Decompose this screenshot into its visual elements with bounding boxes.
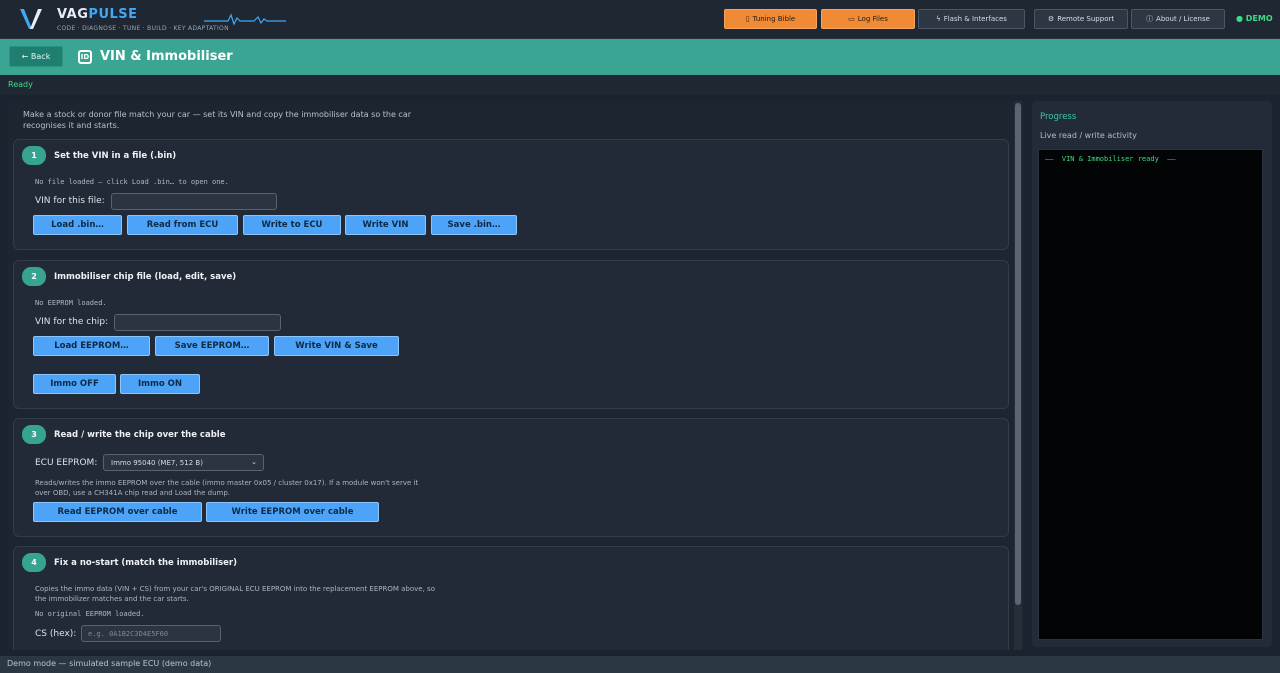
chip-vin-input[interactable] [114,314,281,331]
file-status-text: No file loaded — click Load .bin… to ope… [35,178,229,186]
cs-input[interactable]: e.g. 0A1B2C3D4E5F60 [81,625,221,642]
activity-console: —— VIN & Immobiliser ready —— [1038,149,1263,640]
progress-title: Progress [1040,112,1077,122]
flash-interfaces-button[interactable]: ϟ Flash & Interfaces [918,9,1025,29]
demo-badge: ● DEMO [1236,14,1273,23]
support-icon: ⚙ [1047,15,1055,23]
id-card-icon: ID [78,50,92,64]
remote-support-button[interactable]: ⚙ Remote Support [1034,9,1128,29]
heartbeat-icon [204,13,286,26]
intro-text: Make a stock or donor file match your ca… [23,110,412,130]
progress-subtitle: Live read / write activity [1040,131,1137,140]
lightning-icon: ϟ [936,15,941,23]
section-cable-rw: 3 Read / write the chip over the cable E… [13,418,1009,537]
folder-icon: ▭ [848,15,855,23]
scrollbar-thumb[interactable] [1015,103,1021,605]
ecu-eeprom-select[interactable]: Immo 95040 (ME7, 512 B) ⌄ [103,454,264,471]
tuning-bible-button[interactable]: ▯ Tuning Bible [724,9,817,29]
save-bin-button[interactable]: Save .bin… [431,215,517,235]
eeprom-status-text: No EEPROM loaded. [35,299,107,307]
console-line: —— VIN & Immobiliser ready —— [1045,155,1176,163]
no-start-note: Copies the immo data (VIN + CS) from you… [35,585,435,603]
load-bin-button[interactable]: Load .bin… [33,215,122,235]
save-eeprom-button[interactable]: Save EEPROM… [155,336,269,356]
original-eeprom-status: No original EEPROM loaded. [35,610,145,618]
main-scrollbar[interactable] [1014,101,1022,650]
status-bar: Demo mode — simulated sample ECU (demo d… [0,656,1280,673]
ecu-eeprom-label: ECU EEPROM: [35,458,98,468]
brand-name: VAGPULSE [57,7,138,22]
section-title: Read / write the chip over the cable [54,430,226,440]
main-panel: Make a stock or donor file match your ca… [8,101,1024,650]
chip-vin-label: VIN for the chip: [35,317,109,327]
step-badge: 3 [22,425,46,444]
cs-label: CS (hex): [35,629,77,639]
top-bar: VAGPULSE CODE · DIAGNOSE · TUNE · BUILD … [0,0,1280,39]
step-badge: 2 [22,267,46,286]
read-eeprom-cable-button[interactable]: Read EEPROM over cable [33,502,202,522]
section-title: Immobiliser chip file (load, edit, save) [54,272,237,282]
page-header: ← Back ID VIN & Immobiliser [0,39,1280,75]
vin-input[interactable] [111,193,277,210]
write-to-ecu-button[interactable]: Write to ECU [243,215,341,235]
write-eeprom-cable-button[interactable]: Write EEPROM over cable [206,502,379,522]
section-title: Fix a no-start (match the immobiliser) [54,558,237,568]
immo-off-button[interactable]: Immo OFF [33,374,116,394]
page-title: VIN & Immobiliser [100,49,233,64]
progress-panel: Progress Live read / write activity —— V… [1032,101,1272,647]
back-button[interactable]: ← Back [9,46,63,67]
about-license-button[interactable]: ⓘ About / License [1131,9,1225,29]
info-icon: ⓘ [1146,15,1154,23]
chevron-down-icon: ⌄ [251,458,257,466]
cable-note: Reads/writes the immo EEPROM over the ca… [35,479,419,497]
status-bar-text: Demo mode — simulated sample ECU (demo d… [7,659,212,668]
read-from-ecu-button[interactable]: Read from ECU [127,215,238,235]
log-files-button[interactable]: ▭ Log Files [821,9,915,29]
status-strip: Ready [0,75,1280,95]
load-eeprom-button[interactable]: Load EEPROM… [33,336,150,356]
book-icon: ▯ [745,15,750,23]
step-badge: 1 [22,146,46,165]
vin-label: VIN for this file: [35,196,105,206]
immo-on-button[interactable]: Immo ON [120,374,200,394]
write-vin-save-button[interactable]: Write VIN & Save [274,336,399,356]
select-value: Immo 95040 (ME7, 512 B) [111,458,203,467]
step-badge: 4 [22,553,46,572]
section-immo-chip: 2 Immobiliser chip file (load, edit, sav… [13,260,1009,409]
write-vin-button[interactable]: Write VIN [345,215,426,235]
status-text: Ready [8,80,33,89]
brand-tagline: CODE · DIAGNOSE · TUNE · BUILD · KEY ADA… [57,25,229,32]
section-set-vin: 1 Set the VIN in a file (.bin) No file l… [13,139,1009,250]
section-title: Set the VIN in a file (.bin) [54,151,177,161]
section-fix-no-start: 4 Fix a no-start (match the immobiliser)… [13,546,1009,650]
logo-icon [20,9,42,29]
